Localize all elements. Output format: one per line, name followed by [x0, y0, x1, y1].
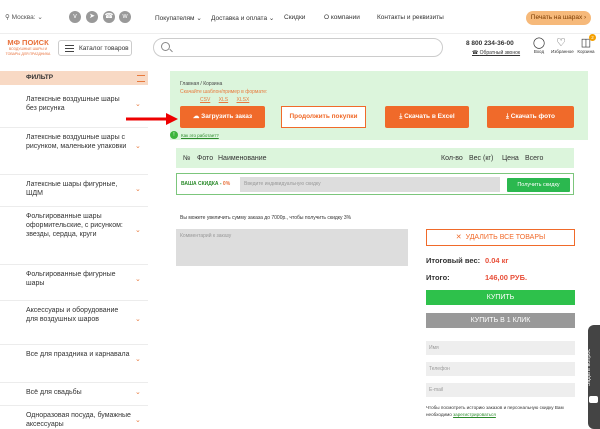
city-label: Москва: [11, 14, 36, 21]
upload-icon: ☁ [192, 113, 200, 120]
discount-label: ВАША СКИДКА - 0% [181, 181, 231, 187]
template-csv-link[interactable]: CSV [200, 97, 210, 103]
chevron-down-icon[interactable]: ⌄ [135, 315, 141, 323]
chevron-down-icon[interactable]: ⌄ [135, 100, 141, 108]
logo-subtitle: ВОЗДУШНЫЕ ШАРЫ И ТОВАРЫ ДЛЯ ПРАЗДНИКА [5, 47, 51, 56]
nav-about[interactable]: О компании [324, 14, 360, 21]
whatsapp-icon[interactable]: w [119, 11, 131, 23]
download-photo-button[interactable]: ⤓ Скачать фото [487, 106, 574, 128]
download-icon: ⤓ [506, 113, 509, 120]
chevron-down-icon[interactable]: ⌄ [135, 388, 141, 396]
col-number: № [183, 155, 191, 162]
breadcrumb[interactable]: Главная / Корзина [180, 81, 222, 87]
col-total: Всего [525, 155, 544, 162]
telegram-icon[interactable]: ➤ [86, 11, 98, 23]
nav-contacts[interactable]: Контакты и реквизиты [377, 14, 444, 21]
chevron-down-icon[interactable]: ⌄ [135, 355, 141, 363]
ask-question-label: Задать вопрос [586, 348, 592, 386]
divider [0, 206, 148, 207]
delete-all-button[interactable]: ✕ УДАЛИТЬ ВСЕ ТОВАРЫ [426, 229, 575, 246]
info-icon: ! [170, 131, 178, 139]
filter-icon[interactable] [137, 75, 145, 82]
chevron-down-icon[interactable]: ⌄ [135, 416, 141, 424]
email-field[interactable]: E-mail [426, 383, 575, 397]
viber-icon[interactable]: ☎ [103, 11, 115, 23]
sidebar-item[interactable]: Одноразовая посуда, бумажные аксессуары [26, 411, 131, 429]
upload-order-button[interactable]: ☁ Загрузить заказ [180, 106, 265, 128]
get-discount-button[interactable]: Получить скидку [507, 178, 570, 192]
template-links: CSV XLS XLSX [200, 97, 256, 103]
register-link[interactable]: зарегистрироваться [453, 412, 496, 417]
chevron-down-icon[interactable]: ⌄ [135, 142, 141, 150]
col-price: Цена [502, 155, 519, 162]
col-name: Наименование [218, 155, 267, 162]
sidebar-item[interactable]: Латексные воздушные шары с рисунком, мал… [26, 133, 131, 151]
close-icon: ✕ [455, 234, 462, 241]
chevron-down-icon[interactable]: ⌄ [135, 226, 141, 234]
discount-hint: Вы можете увеличить сумму заказа до 7000… [180, 215, 352, 221]
divider [0, 127, 148, 128]
search-input[interactable] [153, 38, 443, 57]
chat-icon [589, 396, 598, 403]
buy-button[interactable]: КУПИТЬ [426, 290, 575, 305]
divider [0, 405, 148, 406]
nav-buyers[interactable]: Покупателям ⌄ [155, 14, 202, 22]
download-icon: ⤓ [399, 113, 403, 120]
continue-shopping-button[interactable]: Продолжить покупки [281, 106, 366, 128]
search-icon [161, 42, 170, 51]
nav-delivery[interactable]: Доставка и оплата ⌄ [211, 14, 274, 22]
phone-number[interactable]: 8 800 234-36-00 [466, 40, 514, 47]
menu-icon [65, 45, 74, 52]
col-weight: Вес (кг) [469, 155, 494, 162]
how-it-works-link[interactable]: Как это работает? [181, 133, 219, 138]
divider [0, 264, 148, 265]
filter-header[interactable]: ФИЛЬТР [0, 71, 148, 85]
sidebar-item[interactable]: Аксессуары и оборудование для воздушных … [26, 306, 131, 324]
template-xls-link[interactable]: XLS [219, 97, 228, 103]
logo[interactable]: МФ ПОИСК ВОЗДУШНЫЕ ШАРЫ И ТОВАРЫ ДЛЯ ПРА… [4, 38, 52, 64]
vk-icon[interactable]: v [69, 11, 81, 23]
divider [0, 382, 148, 383]
weight-value: 0.04 кг [485, 256, 509, 265]
order-comment-field[interactable]: Комментарий к заказу [176, 229, 408, 266]
sidebar-item[interactable]: Фольгированные шары оформительские, с ри… [26, 212, 131, 239]
login-button[interactable]: ◯ Вход [529, 37, 549, 54]
heart-icon: ♡ [556, 37, 566, 49]
download-excel-button[interactable]: ⤓ Скачать в Excel [385, 106, 469, 128]
divider [0, 300, 148, 301]
history-note: Чтобы посмотреть историю заказов и персо… [426, 405, 564, 417]
cart-count-badge: 2 [589, 34, 596, 41]
col-photo: Фото [197, 155, 214, 162]
template-xlsx-link[interactable]: XLSX [237, 97, 250, 103]
total-value: 146,00 РУБ. [485, 273, 528, 282]
red-arrow-annotation [126, 113, 178, 125]
weight-label: Итоговый вес: [426, 256, 481, 265]
divider [0, 174, 148, 175]
catalog-button[interactable]: Каталог товаров [58, 40, 132, 56]
template-note: Скачайте шаблон/пример в формате: [180, 89, 268, 95]
callback-link[interactable]: ☎ Обратный звонок [472, 50, 520, 56]
user-icon: ◯ [532, 37, 546, 49]
sidebar-item[interactable]: Фольгированные фигурные шары [26, 270, 131, 288]
sidebar-item[interactable]: Всё для свадьбы [26, 388, 131, 397]
chevron-down-icon[interactable]: ⌄ [135, 275, 141, 283]
col-qty: Кол-во [441, 155, 463, 162]
print-on-balloons-button[interactable]: Печать на шарах › [526, 11, 591, 25]
city-selector[interactable]: ⚲ Москва: ⌄ [5, 13, 43, 21]
one-click-buy-button[interactable]: КУПИТЬ В 1 КЛИК [426, 313, 575, 328]
total-label: Итого: [426, 273, 450, 282]
name-field[interactable]: Имя [426, 341, 575, 355]
logo-name: МФ ПОИСК [7, 38, 49, 47]
sidebar-item[interactable]: Латексные шары фигурные, ШДМ [26, 180, 131, 198]
divider [0, 344, 148, 345]
nav-discounts[interactable]: Скидки [284, 14, 305, 21]
sidebar-item[interactable]: Латексные воздушные шары без рисунка [26, 95, 131, 113]
favorites-button[interactable]: ♡ Избранное [551, 37, 574, 54]
chevron-down-icon[interactable]: ⌄ [135, 185, 141, 193]
phone-field[interactable]: Телефон [426, 362, 575, 376]
discount-input[interactable]: Введите индивидуальную скидку [240, 177, 500, 192]
sidebar-item[interactable]: Все для праздника и карнавала [26, 350, 131, 359]
